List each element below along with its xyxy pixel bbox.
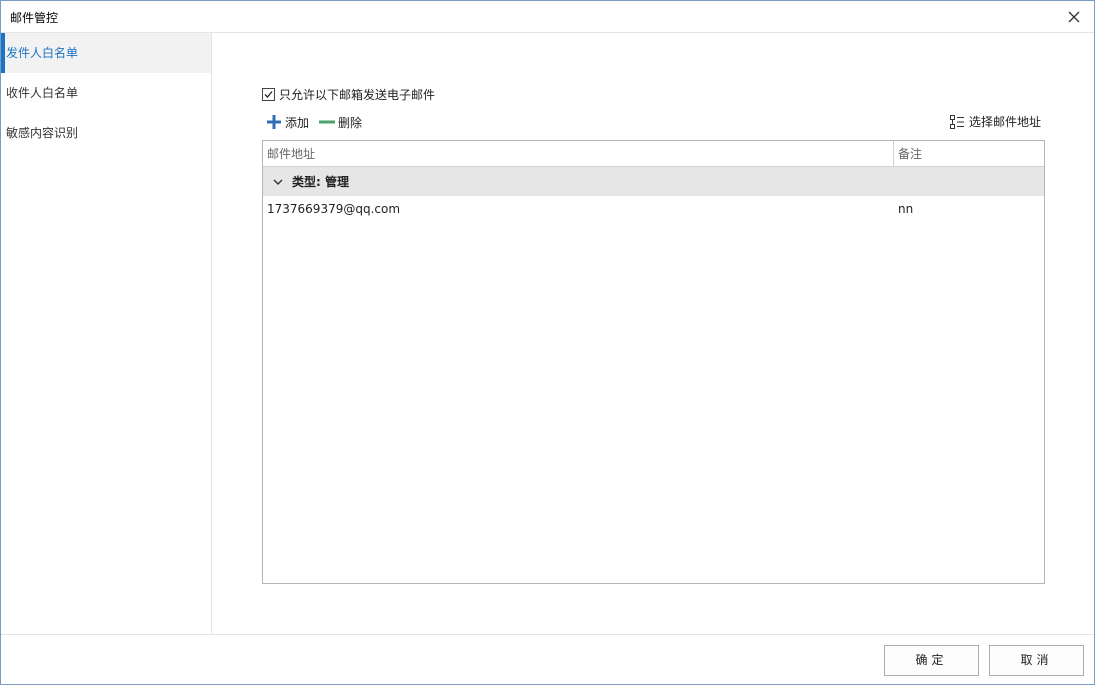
- select-address-label: 选择邮件地址: [968, 115, 1041, 129]
- cancel-button[interactable]: 取消: [989, 645, 1084, 676]
- cell-note: nn: [898, 202, 914, 216]
- only-allow-label: 只允许以下邮箱发送电子邮件: [279, 87, 436, 102]
- cell-address: 1737669379@qq.com: [267, 202, 401, 216]
- select-address-button[interactable]: 选择邮件地址: [949, 113, 1041, 130]
- ok-button[interactable]: 确定: [884, 645, 979, 676]
- main-panel: 只允许以下邮箱发送电子邮件 添加 删除 选择邮件地址 邮件地址 备注 类型: 管…: [212, 33, 1094, 634]
- column-header-address[interactable]: 邮件地址: [263, 141, 894, 166]
- only-allow-checkbox[interactable]: [262, 87, 275, 101]
- only-allow-checkbox-row[interactable]: 只允许以下邮箱发送电子邮件: [262, 86, 435, 102]
- column-header-note[interactable]: 备注: [894, 141, 1044, 166]
- table-row[interactable]: 1737669379@qq.com nn: [263, 196, 1044, 222]
- select-list-icon: [949, 114, 964, 129]
- checkmark-icon: [264, 90, 273, 98]
- grid-header: 邮件地址 备注: [263, 141, 1044, 167]
- sidebar-item-recipient-whitelist[interactable]: 收件人白名单: [1, 73, 211, 113]
- mail-control-dialog: 邮件管控 发件人白名单 收件人白名单 敏感内容识别 只允许以下邮箱发送电子邮件: [0, 0, 1095, 685]
- sidebar-item-label: 敏感内容识别: [6, 126, 79, 140]
- email-grid[interactable]: 邮件地址 备注 类型: 管理 1737669379@qq.com nn: [262, 140, 1045, 584]
- sidebar-item-sender-whitelist[interactable]: 发件人白名单: [1, 33, 211, 73]
- add-button[interactable]: 添加: [266, 114, 309, 131]
- sidebar-item-label: 发件人白名单: [6, 46, 79, 60]
- close-button[interactable]: [1064, 7, 1084, 27]
- delete-label: 删除: [338, 115, 363, 130]
- chevron-down-icon[interactable]: [272, 176, 284, 188]
- dialog-footer: 确定 取消: [1, 634, 1094, 684]
- add-label: 添加: [285, 115, 310, 130]
- title-bar: 邮件管控: [1, 1, 1094, 33]
- sidebar-item-label: 收件人白名单: [6, 86, 79, 100]
- minus-icon: [319, 120, 336, 124]
- window-title: 邮件管控: [10, 11, 59, 25]
- delete-button[interactable]: 删除: [319, 114, 362, 131]
- plus-icon: [267, 115, 281, 129]
- sidebar-item-sensitive-content[interactable]: 敏感内容识别: [1, 113, 211, 153]
- close-icon: [1068, 11, 1080, 23]
- group-label: 类型: 管理: [292, 175, 349, 189]
- sidebar: 发件人白名单 收件人白名单 敏感内容识别: [1, 33, 212, 634]
- grid-toolbar: 添加 删除: [266, 113, 372, 131]
- group-row[interactable]: 类型: 管理: [263, 167, 1044, 196]
